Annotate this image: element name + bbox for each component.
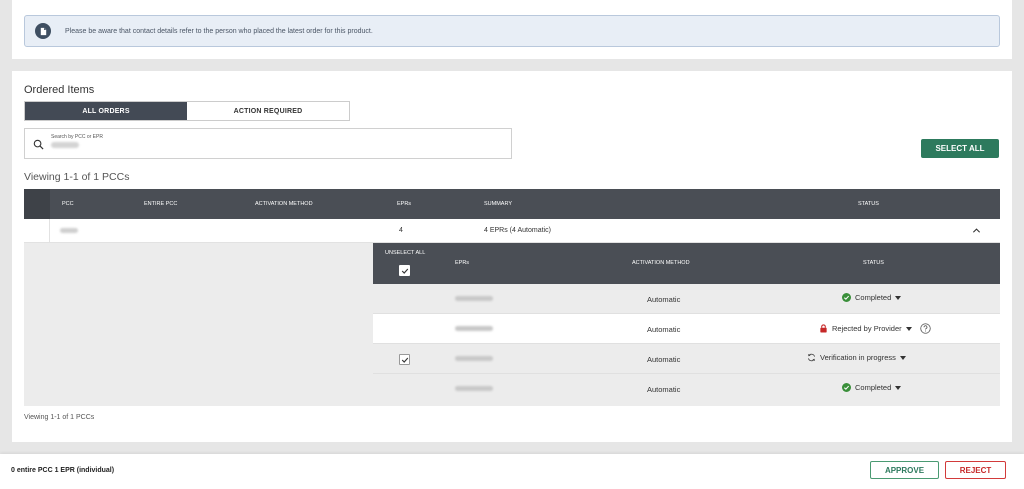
epr-status[interactable]: Completed (842, 293, 902, 302)
epr-activation-method: Automatic (647, 385, 681, 394)
select-all-button[interactable]: SELECT ALL (921, 139, 999, 158)
epr-value-redacted (455, 296, 493, 301)
epr-row[interactable]: Automatic Rejected by Provider (373, 314, 1000, 344)
notice-text: Please be aware that contact details ref… (65, 27, 373, 35)
epr-value-redacted (455, 356, 493, 361)
lock-icon (820, 324, 827, 333)
epr-subtable-header: UNSELECT ALL EPRs ACTIVATION METHOD STAT… (373, 243, 1000, 284)
chevron-up-icon[interactable] (972, 226, 981, 235)
document-info-icon (35, 23, 51, 39)
sub-col-eprs: EPRs (455, 260, 470, 266)
search-icon (33, 139, 44, 150)
caret-down-icon[interactable] (895, 295, 902, 300)
epr-row[interactable]: Automatic Verification in progress (373, 344, 1000, 374)
row-epr-count: 4 (399, 227, 403, 234)
epr-row[interactable]: Automatic Completed (373, 374, 1000, 406)
epr-status-label: Completed (855, 293, 892, 302)
epr-activation-method: Automatic (647, 325, 681, 334)
col-summary: SUMMARY (484, 201, 513, 207)
unselect-all-label: UNSELECT ALL (385, 250, 426, 256)
col-activation-method: ACTIVATION METHOD (255, 201, 313, 207)
reject-button[interactable]: REJECT (945, 461, 1006, 479)
search-placeholder: Search by PCC or EPR (51, 134, 103, 140)
row-gutter (24, 219, 50, 243)
pcc-table-header: PCC ENTIRE PCC ACTIVATION METHOD EPRs SU… (24, 189, 1000, 219)
epr-row-checkbox[interactable] (399, 354, 410, 365)
col-pcc: PCC (62, 201, 74, 207)
unselect-all-checkbox[interactable] (399, 265, 410, 276)
epr-status-label: Rejected by Provider (832, 324, 902, 333)
check-circle-icon (842, 293, 851, 302)
sync-icon (808, 353, 815, 362)
epr-activation-method: Automatic (647, 355, 681, 364)
check-circle-icon (842, 383, 851, 392)
selection-summary: 0 entire PCC 1 EPR (individual) (11, 467, 115, 474)
col-eprs: EPRs (397, 201, 412, 207)
epr-value-redacted (455, 326, 493, 331)
tab-all-orders[interactable]: ALL ORDERS (25, 102, 187, 120)
epr-value-redacted (455, 386, 493, 391)
table-row[interactable]: 4 4 EPRs (4 Automatic) (24, 219, 1000, 243)
header-gutter (24, 189, 50, 219)
sub-col-activation-method: ACTIVATION METHOD (632, 260, 690, 266)
epr-status-label: Verification in progress (820, 353, 896, 362)
epr-status[interactable]: Completed (842, 383, 902, 392)
action-footer: 0 entire PCC 1 EPR (individual) APPROVE … (0, 454, 1024, 489)
epr-status[interactable]: Verification in progress (807, 353, 906, 362)
epr-status-label: Completed (855, 383, 892, 392)
approve-button[interactable]: APPROVE (870, 461, 939, 479)
viewing-count: Viewing 1-1 of 1 PCCs (24, 171, 130, 183)
search-input[interactable]: Search by PCC or EPR (24, 128, 512, 159)
sub-col-status: STATUS (863, 260, 884, 266)
row-summary: 4 EPRs (4 Automatic) (484, 227, 551, 234)
section-title: Ordered Items (24, 84, 95, 96)
order-tabs: ALL ORDERS ACTION REQUIRED (24, 101, 350, 121)
caret-down-icon[interactable] (899, 355, 906, 360)
caret-down-icon[interactable] (895, 385, 902, 390)
search-value-redacted (51, 142, 79, 148)
epr-status[interactable]: Rejected by Provider (819, 323, 931, 334)
epr-row[interactable]: Automatic Completed (373, 284, 1000, 314)
tab-action-required[interactable]: ACTION REQUIRED (187, 102, 349, 120)
caret-down-icon[interactable] (905, 326, 912, 331)
help-icon[interactable] (919, 323, 931, 334)
viewing-count-bottom: Viewing 1-1 of 1 PCCs (24, 414, 95, 421)
col-entire-pcc: ENTIRE PCC (144, 201, 178, 207)
subtable-spacer (24, 243, 373, 406)
contact-notice: Please be aware that contact details ref… (24, 15, 1000, 47)
epr-activation-method: Automatic (647, 295, 681, 304)
col-status: STATUS (858, 201, 879, 207)
pcc-value-redacted (60, 228, 78, 233)
